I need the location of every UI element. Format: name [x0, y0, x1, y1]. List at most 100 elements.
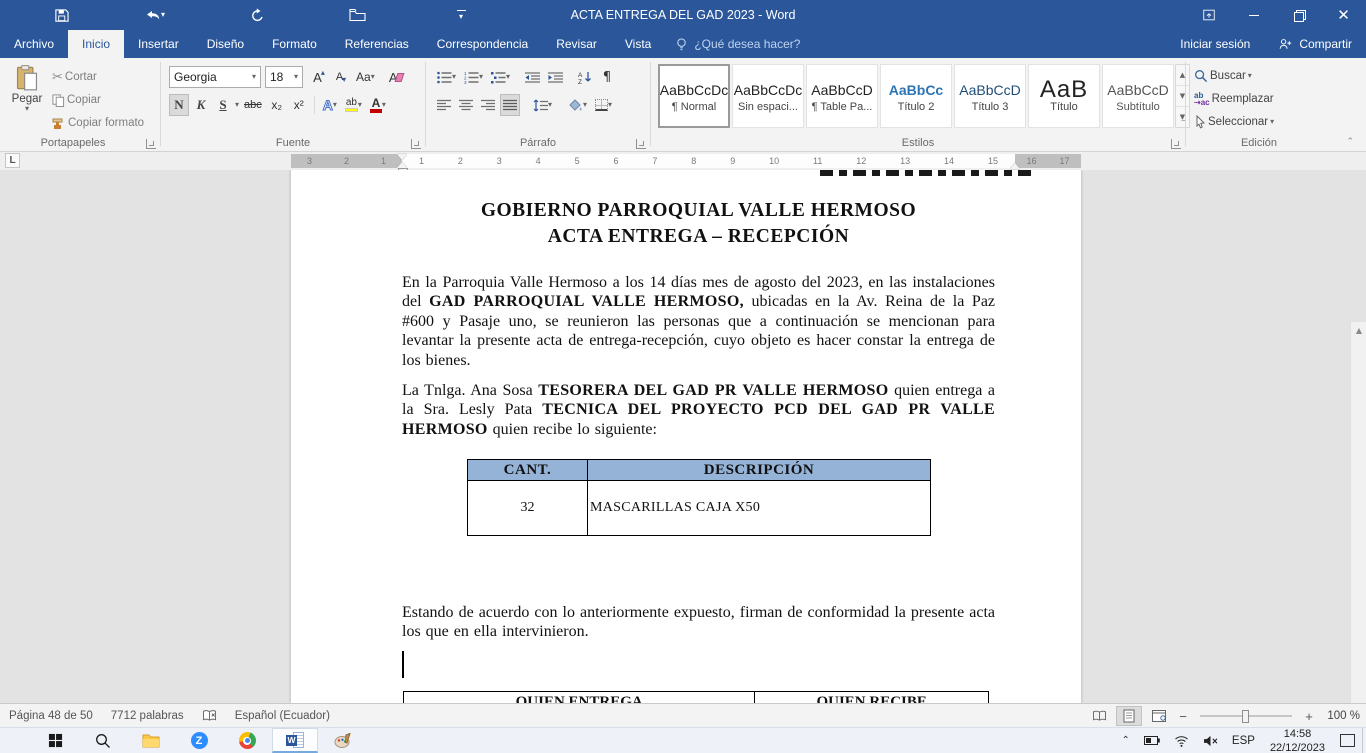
clear-formatting-button[interactable]: A	[386, 66, 406, 88]
copy-button[interactable]: Copiar	[52, 89, 101, 111]
print-layout-button[interactable]	[1116, 706, 1142, 726]
italic-button[interactable]: K	[191, 94, 211, 116]
read-mode-button[interactable]	[1086, 706, 1112, 726]
replace-button[interactable]: ab⇢ac Reemplazar	[1194, 88, 1274, 110]
format-painter-button[interactable]: Copiar formato	[52, 112, 144, 134]
style-titulo-3[interactable]: AaBbCcDTítulo 3	[954, 64, 1026, 128]
fuente-dialog-launcher[interactable]	[411, 139, 421, 149]
tab-stop-selector[interactable]: L	[5, 153, 20, 168]
volume-muted-indicator[interactable]	[1196, 728, 1225, 753]
change-case-button[interactable]: Aa▾	[353, 66, 378, 88]
decrease-indent-button[interactable]	[522, 66, 543, 88]
style-table-paragraph[interactable]: AaBbCcD¶ Table Pa...	[806, 64, 878, 128]
multilevel-list-button[interactable]: ▾	[488, 66, 513, 88]
parrafo-dialog-launcher[interactable]	[636, 139, 646, 149]
underline-caret[interactable]: ▾	[235, 101, 239, 109]
language-indicator[interactable]: Español (Ecuador)	[226, 710, 339, 722]
tab-revisar[interactable]: Revisar	[542, 30, 611, 58]
align-right-button[interactable]	[478, 94, 498, 116]
share-button[interactable]: Compartir	[1264, 37, 1366, 52]
zoom-in-button[interactable]: +	[1302, 709, 1316, 724]
paste-dropdown-caret[interactable]: ▾	[25, 105, 29, 113]
word-taskbar-button[interactable]: W	[272, 728, 318, 753]
increase-indent-button[interactable]	[545, 66, 566, 88]
vertical-scrollbar[interactable]: ▲ ▼	[1350, 322, 1366, 703]
tab-correspondencia[interactable]: Correspondencia	[423, 30, 542, 58]
find-button[interactable]: Buscar ▾	[1194, 65, 1252, 87]
collapse-ribbon-button[interactable]: ⌃	[1346, 137, 1354, 147]
web-layout-button[interactable]	[1146, 706, 1172, 726]
zoom-level[interactable]: 100 %	[1320, 710, 1360, 722]
text-effects-button[interactable]: A▾	[320, 94, 340, 116]
sign-in-button[interactable]: Iniciar sesión	[1166, 37, 1264, 51]
superscript-button[interactable]: x²	[289, 94, 309, 116]
tab-diseno[interactable]: Diseño	[193, 30, 258, 58]
align-left-button[interactable]	[434, 94, 454, 116]
zoom-out-button[interactable]: −	[1176, 709, 1190, 724]
restore-button[interactable]	[1276, 0, 1321, 30]
style-sin-espaciado[interactable]: AaBbCcDcSin espaci...	[732, 64, 804, 128]
strikethrough-button[interactable]: abc	[241, 94, 265, 116]
sort-button[interactable]: AZ	[575, 66, 595, 88]
grow-font-button[interactable]: A▴	[309, 66, 329, 88]
tab-insertar[interactable]: Insertar	[124, 30, 193, 58]
ribbon-display-options-button[interactable]	[1186, 0, 1231, 30]
highlight-button[interactable]: ab▾	[342, 94, 365, 116]
font-color-button[interactable]: A▾	[367, 94, 389, 116]
clock[interactable]: 14:58 22/12/2023	[1262, 728, 1333, 753]
numbering-button[interactable]: 123▾	[461, 66, 486, 88]
line-spacing-button[interactable]: ▾	[530, 94, 555, 116]
shrink-font-button[interactable]: A▾	[331, 66, 351, 88]
show-paragraph-marks-button[interactable]: ¶	[597, 66, 617, 88]
paint-button[interactable]	[320, 728, 366, 753]
bullets-button[interactable]: ▾	[434, 66, 459, 88]
tab-inicio[interactable]: Inicio	[68, 30, 124, 58]
font-size-combo[interactable]: 18 ▾	[265, 66, 303, 88]
paste-button[interactable]: Pegar ▾	[6, 65, 48, 113]
select-button[interactable]: Seleccionar ▾	[1194, 111, 1274, 133]
align-center-button[interactable]	[456, 94, 476, 116]
minimize-button[interactable]	[1231, 0, 1276, 30]
document-page[interactable]: GOBIERNO PARROQUIAL VALLE HERMOSO ACTA E…	[291, 170, 1081, 703]
close-button[interactable]: ✕	[1321, 0, 1366, 30]
zoom-slider[interactable]	[1200, 715, 1292, 717]
tab-referencias[interactable]: Referencias	[331, 30, 423, 58]
zoom-app-button[interactable]: Z	[176, 728, 222, 753]
tab-archivo[interactable]: Archivo	[0, 30, 68, 58]
chrome-button[interactable]	[224, 728, 270, 753]
scroll-up-arrow[interactable]: ▲	[1351, 322, 1366, 338]
style-titulo[interactable]: AaBTítulo	[1028, 64, 1100, 128]
tab-vista[interactable]: Vista	[611, 30, 665, 58]
start-button[interactable]	[32, 728, 78, 753]
portapapeles-dialog-launcher[interactable]	[146, 139, 156, 149]
show-desktop-button[interactable]	[1362, 728, 1366, 753]
wifi-indicator[interactable]	[1167, 728, 1196, 753]
proofing-status[interactable]	[193, 709, 226, 722]
items-table[interactable]: CANT. DESCRIPCIÓN 32 MASCARILLAS CAJA X5…	[467, 459, 931, 536]
tell-me-box[interactable]: ¿Qué desea hacer?	[665, 30, 810, 58]
input-language[interactable]: ESP	[1225, 728, 1262, 753]
word-count[interactable]: 7712 palabras	[102, 710, 193, 722]
subscript-button[interactable]: x₂	[267, 94, 287, 116]
tray-expand-chevron[interactable]: ⌃	[1115, 728, 1137, 753]
underline-button[interactable]: S	[213, 94, 233, 116]
borders-button[interactable]: ▾	[592, 94, 615, 116]
justify-button[interactable]	[500, 94, 520, 116]
zoom-slider-handle[interactable]	[1242, 710, 1249, 723]
battery-indicator[interactable]	[1137, 728, 1167, 753]
page-indicator[interactable]: Página 48 de 50	[0, 710, 102, 722]
signature-table[interactable]: QUIEN ENTREGA QUIEN RECIBE	[403, 691, 989, 703]
action-center-button[interactable]	[1333, 728, 1362, 753]
taskbar-search-button[interactable]	[80, 728, 126, 753]
estilos-dialog-launcher[interactable]	[1171, 139, 1181, 149]
right-indent-marker[interactable]	[1010, 158, 1020, 169]
file-explorer-button[interactable]	[128, 728, 174, 753]
style-subtitulo[interactable]: AaBbCcDSubtítulo	[1102, 64, 1174, 128]
style-normal[interactable]: AaBbCcDc¶ Normal	[658, 64, 730, 128]
bold-button[interactable]: N	[169, 94, 189, 116]
tab-formato[interactable]: Formato	[258, 30, 331, 58]
shading-button[interactable]: ▾	[565, 94, 590, 116]
style-titulo-2[interactable]: AaBbCcTítulo 2	[880, 64, 952, 128]
cut-button[interactable]: ✂ Cortar	[52, 66, 97, 88]
font-family-combo[interactable]: Georgia ▾	[169, 66, 261, 88]
